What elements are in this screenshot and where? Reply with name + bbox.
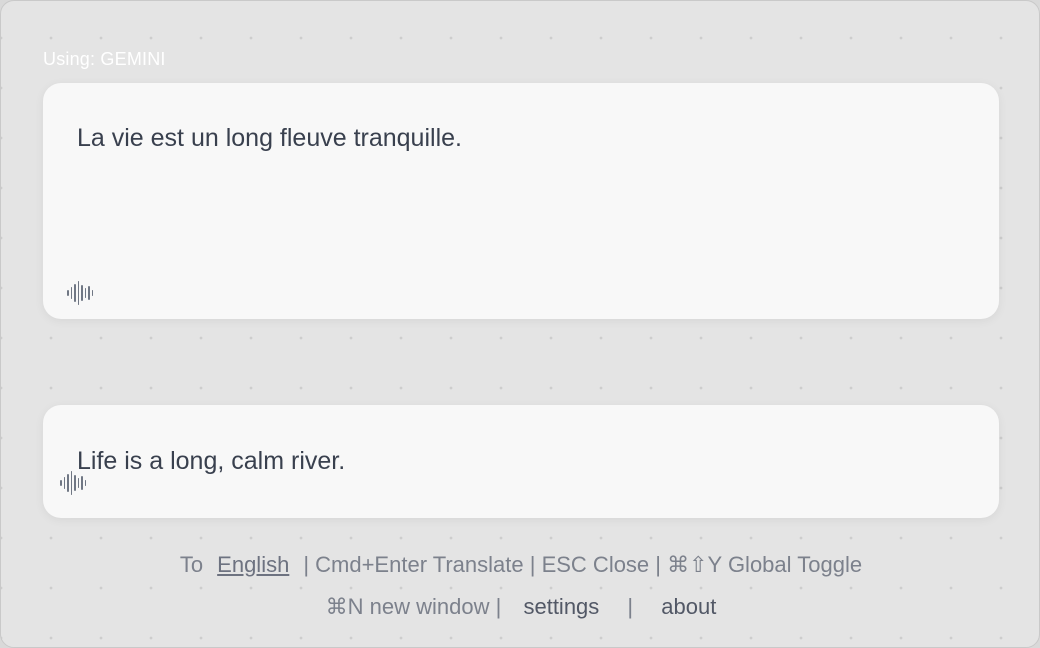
shortcut-global-toggle: | ⌘⇧Y Global Toggle [655,552,863,577]
footer-separator: | [627,594,634,619]
provider-label: Using: GEMINI [43,49,166,69]
translation-card: Life is a long, calm river. [43,405,999,518]
source-text-card[interactable]: La vie est un long fleuve tranquille. [43,83,999,319]
new-window-shortcut: ⌘N new window | [325,594,502,619]
about-link[interactable]: about [661,594,716,619]
shortcut-close: | ESC Close [529,552,650,577]
translator-window: Using: GEMINI La vie est un long fleuve … [0,0,1040,648]
settings-link[interactable]: settings [523,594,599,619]
source-speak-waveform-icon[interactable] [67,281,93,305]
footer-shortcuts: To English | Cmd+Enter Translate | ESC Clo… [1,552,1039,578]
source-text[interactable]: La vie est un long fleuve tranquille. [77,124,462,153]
target-language-link[interactable]: English [217,552,289,577]
shortcut-translate: | Cmd+Enter Translate [303,552,524,577]
to-label: To [179,552,204,577]
footer-links: ⌘N new window | settings | about [1,594,1039,620]
translation-text: Life is a long, calm river. [77,447,346,475]
translation-speak-waveform-icon[interactable] [60,471,86,495]
